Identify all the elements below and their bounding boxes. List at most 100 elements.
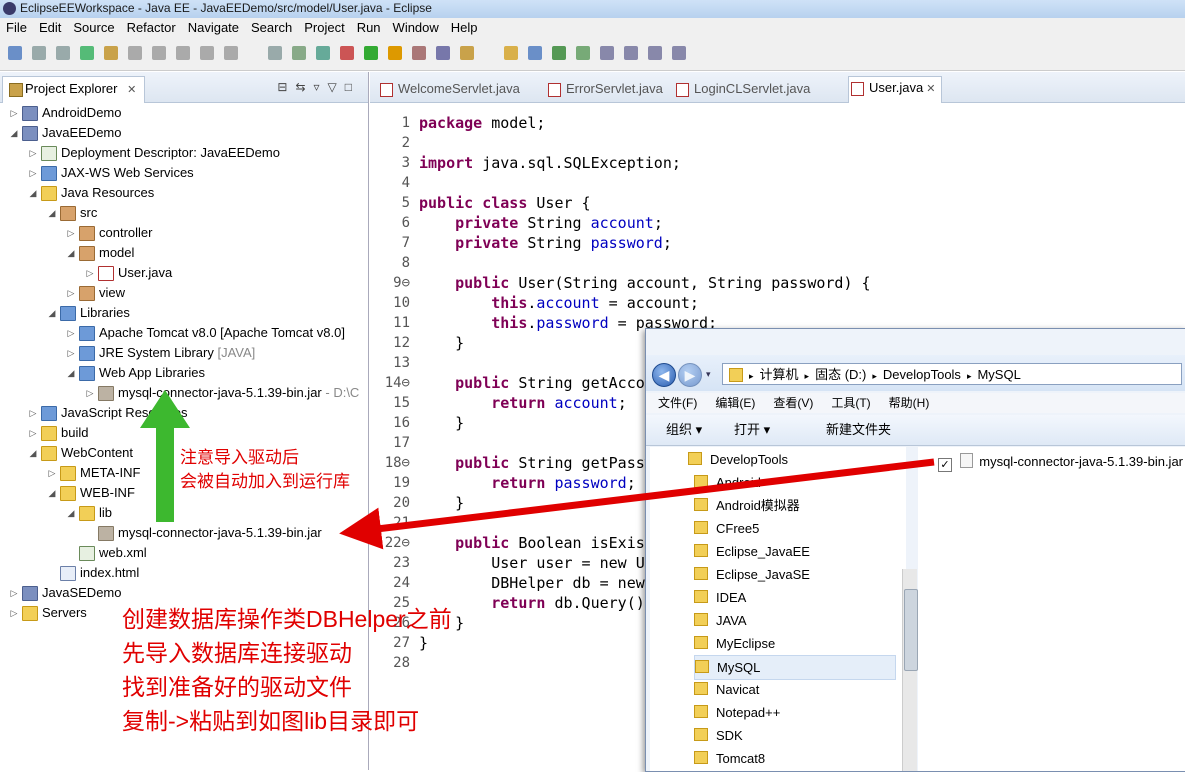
- tree-web-xml[interactable]: web.xml: [65, 543, 147, 563]
- twisty-icon[interactable]: ▷: [65, 323, 77, 343]
- toolbar-button-icon[interactable]: [672, 46, 686, 60]
- tree-webapp-mysql-jar[interactable]: ▷ mysql-connector-java-5.1.39-bin.jar - D…: [84, 383, 359, 403]
- twisty-icon[interactable]: ◢: [65, 503, 77, 523]
- tree-tomcat-lib[interactable]: ▷ Apache Tomcat v8.0 [Apache Tomcat v8.0]: [65, 323, 345, 343]
- close-icon[interactable]: ✕: [923, 83, 935, 95]
- tree-view[interactable]: ▷ view: [65, 283, 125, 303]
- tree-meta-inf[interactable]: ▷ META-INF: [46, 463, 140, 483]
- close-icon[interactable]: ✕: [127, 84, 136, 96]
- toolbar-button-icon[interactable]: [32, 46, 46, 60]
- tree-src[interactable]: ◢ src: [46, 203, 97, 223]
- nav-item-eclipse_javaee[interactable]: Eclipse_JavaEE: [694, 540, 894, 563]
- breadcrumb-arrow-icon[interactable]: ▸: [805, 371, 810, 381]
- toolbar-button-icon[interactable]: [576, 46, 590, 60]
- menu-item-help[interactable]: Help: [445, 18, 484, 38]
- toolbar-button-icon[interactable]: [412, 46, 426, 60]
- toolbar-button-icon[interactable]: [80, 46, 94, 60]
- code-line[interactable]: }: [419, 413, 464, 433]
- breadcrumb-item[interactable]: 固态 (D:): [815, 367, 866, 382]
- address-breadcrumb[interactable]: ▸ 计算机 ▸ 固态 (D:) ▸ DevelopTools ▸ MySQL: [722, 363, 1182, 385]
- open-button[interactable]: 打开 ▾: [734, 415, 770, 445]
- tree-javase-demo[interactable]: ▷ JavaSEDemo: [8, 583, 121, 603]
- tree-java-resources[interactable]: ◢ Java Resources: [27, 183, 154, 203]
- twisty-icon[interactable]: ▷: [65, 283, 77, 303]
- menu-item-search[interactable]: Search: [245, 18, 298, 38]
- file-item-mysql-jar[interactable]: ✓ mysql-connector-java-5.1.39-bin.jar: [938, 451, 1183, 473]
- toolbar-button-icon[interactable]: [528, 46, 542, 60]
- organize-button[interactable]: 组织 ▾: [666, 415, 702, 445]
- tree-build[interactable]: ▷ build: [27, 423, 88, 443]
- breadcrumb-arrow-icon[interactable]: ▸: [872, 371, 877, 381]
- scrollbar-thumb[interactable]: [904, 589, 918, 671]
- tree-web-inf[interactable]: ◢ WEB-INF: [46, 483, 135, 503]
- toolbar-button-icon[interactable]: [128, 46, 142, 60]
- menu-item-edit[interactable]: Edit: [33, 18, 67, 38]
- breadcrumb-item[interactable]: 计算机: [760, 367, 799, 382]
- tree-jre-lib[interactable]: ▷ JRE System Library [JAVA]: [65, 343, 255, 363]
- menu-item-source[interactable]: Source: [67, 18, 120, 38]
- back-button[interactable]: ◀: [652, 363, 676, 387]
- tree-index-html[interactable]: index.html: [46, 563, 139, 583]
- tree-libraries[interactable]: ◢ Libraries: [46, 303, 130, 323]
- navigation-scrollbar[interactable]: [902, 569, 918, 771]
- twisty-icon[interactable]: ◢: [46, 203, 58, 223]
- twisty-icon[interactable]: ▷: [27, 143, 39, 163]
- nav-item-sdk[interactable]: SDK: [694, 724, 894, 747]
- menu-item-refactor[interactable]: Refactor: [121, 18, 182, 38]
- tab-loginclservlet-java[interactable]: LoginCLServlet.java: [674, 78, 810, 102]
- toolbar-button-icon[interactable]: [388, 46, 402, 60]
- toolbar-button-icon[interactable]: [104, 46, 118, 60]
- new-folder-button[interactable]: 新建文件夹: [826, 415, 891, 445]
- explorer-view-tools[interactable]: ⊟⇆▿▽□: [277, 80, 360, 94]
- twisty-icon[interactable]: ▷: [46, 463, 58, 483]
- tree-lib-mysql-jar[interactable]: mysql-connector-java-5.1.39-bin.jar: [84, 523, 322, 543]
- nav-item-java[interactable]: JAVA: [694, 609, 894, 632]
- toolbar-button-icon[interactable]: [224, 46, 238, 60]
- tree-controller[interactable]: ▷ controller: [65, 223, 152, 243]
- toolbar-button-icon[interactable]: [8, 46, 22, 60]
- explorer-menu-item[interactable]: 帮助(H): [889, 396, 930, 410]
- toolbar-button-icon[interactable]: [460, 46, 474, 60]
- toolbar-button-icon[interactable]: [504, 46, 518, 60]
- toolbar-button-icon[interactable]: [268, 46, 282, 60]
- toolbar-button-icon[interactable]: [292, 46, 306, 60]
- code-line[interactable]: }: [419, 333, 464, 353]
- twisty-icon[interactable]: ▷: [84, 263, 96, 283]
- recent-pages-icon[interactable]: ▾: [706, 369, 711, 380]
- code-line[interactable]: return db.Query();: [419, 593, 654, 613]
- code-line[interactable]: package model;: [419, 113, 545, 133]
- nav-item-android模拟器[interactable]: Android模拟器: [694, 494, 894, 517]
- code-line[interactable]: public class User {: [419, 193, 591, 213]
- twisty-icon[interactable]: ◢: [65, 243, 77, 263]
- twisty-icon[interactable]: ▷: [65, 343, 77, 363]
- nav-item-mysql[interactable]: MySQL: [694, 655, 896, 680]
- explorer-menu-item[interactable]: 工具(T): [831, 396, 870, 410]
- twisty-icon[interactable]: ▷: [8, 583, 20, 603]
- code-line[interactable]: return password;: [419, 473, 636, 493]
- breadcrumb-item[interactable]: DevelopTools: [883, 367, 961, 382]
- tree-javaee-demo[interactable]: ◢ JavaEEDemo: [8, 123, 121, 143]
- code-line[interactable]: private String account;: [419, 213, 663, 233]
- code-line[interactable]: import java.sql.SQLException;: [419, 153, 681, 173]
- tree-servers[interactable]: ▷ Servers: [8, 603, 87, 623]
- tree-user-java[interactable]: ▷ User.java: [84, 263, 172, 283]
- nav-item-navicat[interactable]: Navicat: [694, 678, 894, 701]
- tree-android-demo[interactable]: ▷ AndroidDemo: [8, 103, 122, 123]
- twisty-icon[interactable]: ▷: [27, 163, 39, 183]
- twisty-icon[interactable]: ▷: [65, 223, 77, 243]
- nav-item-idea[interactable]: IDEA: [694, 586, 894, 609]
- twisty-icon[interactable]: ◢: [65, 363, 77, 383]
- toolbar-button-icon[interactable]: [200, 46, 214, 60]
- menu-item-project[interactable]: Project: [298, 18, 350, 38]
- nav-item-eclipse_javase[interactable]: Eclipse_JavaSE: [694, 563, 894, 586]
- code-line[interactable]: }: [419, 493, 464, 513]
- twisty-icon[interactable]: ▷: [84, 383, 96, 403]
- breadcrumb-arrow-icon[interactable]: ▸: [967, 371, 972, 381]
- twisty-icon[interactable]: ▷: [27, 403, 39, 423]
- tab-errorservlet-java[interactable]: ErrorServlet.java: [546, 78, 663, 102]
- forward-button[interactable]: ▶: [678, 363, 702, 387]
- nav-item-cfree5[interactable]: CFree5: [694, 517, 894, 540]
- menu-item-file[interactable]: File: [0, 18, 33, 38]
- tree-webapp-lib[interactable]: ◢ Web App Libraries: [65, 363, 205, 383]
- breadcrumb-item[interactable]: MySQL: [977, 367, 1020, 382]
